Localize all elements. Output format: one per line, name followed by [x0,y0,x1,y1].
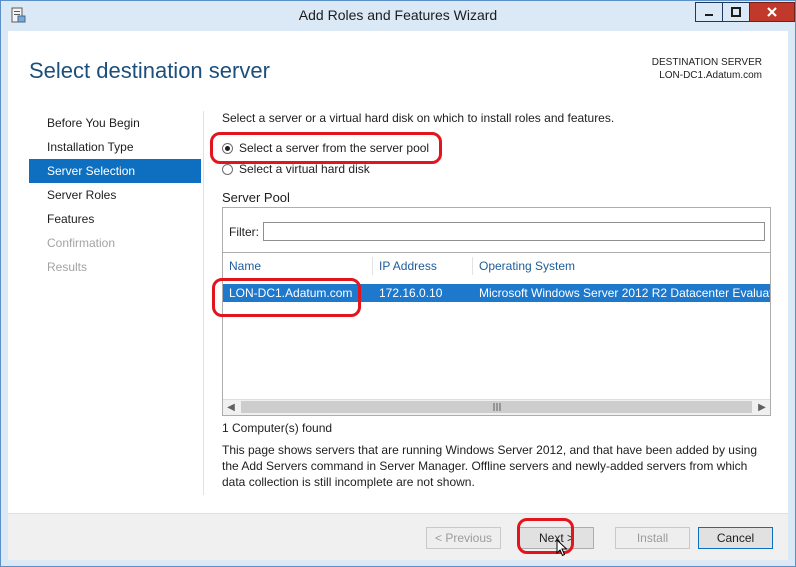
nav-item-server-roles[interactable]: Server Roles [29,183,201,207]
button-bar: < Previous Next > Install Cancel [8,513,788,560]
filter-input[interactable] [263,222,765,241]
vhd-radio[interactable] [222,163,233,175]
scroll-left-icon[interactable]: ◀ [223,400,239,415]
vhd-radio-label: Select a virtual hard disk [239,162,370,176]
server-pool-heading: Server Pool [222,190,290,205]
column-header-operating-system[interactable]: Operating System [473,257,770,275]
computer-count: 1 Computer(s) found [222,421,333,435]
row-os: Microsoft Windows Server 2012 R2 Datacen… [479,286,770,300]
page-title: Select destination server [29,58,270,83]
mouse-cursor-icon [556,539,568,557]
cancel-button[interactable]: Cancel [698,527,773,549]
filter-label: Filter: [229,224,259,239]
wizard-window: Add Roles and Features Wizard Select des… [0,0,796,567]
intro-text: Select a server or a virtual hard disk o… [222,111,615,125]
nav-item-server-selection[interactable]: Server Selection [29,159,201,183]
server-pool-radio[interactable] [222,142,233,154]
install-button[interactable]: Install [615,527,690,549]
minimize-icon [705,14,713,16]
row-ip: 172.16.0.10 [379,286,443,300]
wizard-steps-nav: Before You Begin Installation Type Serve… [29,111,201,279]
nav-item-installation-type[interactable]: Installation Type [29,135,201,159]
server-pool-panel: Filter: Name IP Address Operating System… [222,207,771,416]
close-button[interactable] [750,2,795,22]
server-pool-radio-label: Select a server from the server pool [239,141,430,155]
nav-item-confirmation: Confirmation [47,236,116,250]
nav-item-features[interactable]: Features [29,207,201,231]
grid-divider [223,252,770,253]
maximize-icon [731,7,741,17]
destination-server-value: LON-DC1.Adatum.com [659,70,762,81]
horizontal-scrollbar[interactable]: ◀ ▶ [223,399,770,415]
destination-server-label: DESTINATION SERVER [651,57,762,68]
filter-row: Filter: [229,222,765,241]
option-server-pool[interactable]: Select a server from the server pool [222,141,429,155]
previous-button[interactable]: < Previous [426,527,501,549]
grip-icon [493,403,500,411]
destination-server-info: DESTINATION SERVER LON-DC1.Adatum.com [652,56,762,82]
nav-item-before-you-begin[interactable]: Before You Begin [29,111,201,135]
title-bar[interactable]: Add Roles and Features Wizard [1,1,795,31]
wizard-content: Select destination server DESTINATION SE… [8,31,788,560]
maximize-button[interactable] [723,2,750,22]
scroll-thumb[interactable] [241,401,752,413]
window-controls [695,2,795,22]
minimize-button[interactable] [695,2,723,22]
nav-divider [203,111,204,495]
scroll-right-icon[interactable]: ▶ [754,400,770,415]
description-text: This page shows servers that are running… [222,443,757,489]
column-header-ip-address[interactable]: IP Address [373,257,473,275]
table-row[interactable]: LON-DC1.Adatum.com 172.16.0.10 Microsoft… [223,284,770,302]
nav-item-results: Results [47,260,88,274]
option-virtual-hard-disk[interactable]: Select a virtual hard disk [222,162,370,176]
window-title: Add Roles and Features Wizard [298,7,498,23]
row-name: LON-DC1.Adatum.com [229,286,353,300]
close-icon [767,7,777,17]
column-header-name[interactable]: Name [223,257,373,275]
